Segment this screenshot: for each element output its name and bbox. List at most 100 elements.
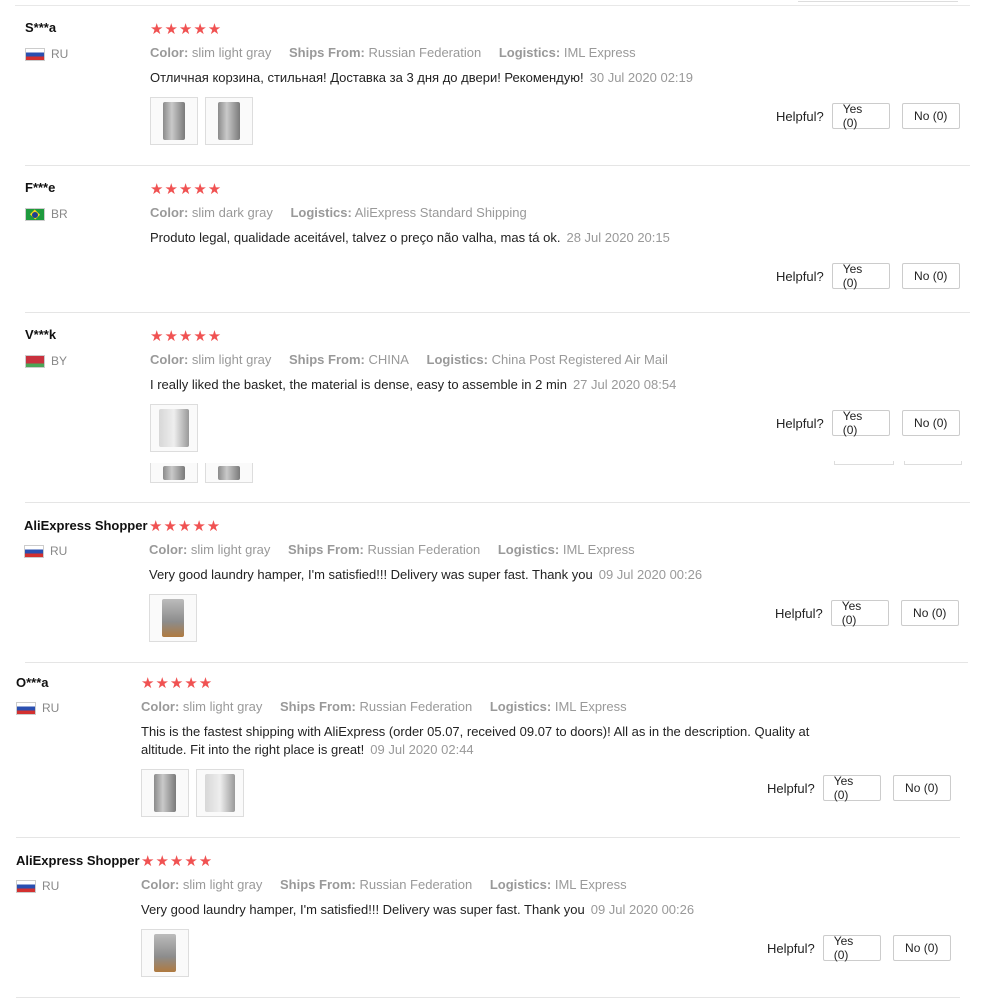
helpful-no-button[interactable]: No (0) (901, 263, 960, 289)
logistics-value: IML Express (554, 699, 627, 714)
logistics-label: Logistics: (426, 352, 488, 367)
star-rating: ★★★★★ (149, 518, 222, 535)
reviewer-country: RU (16, 879, 59, 893)
helpful-label: Helpful? (776, 415, 824, 431)
color-value: slim light gray (191, 352, 272, 367)
color-value: slim light gray (182, 699, 263, 714)
logistics-value: IML Express (563, 45, 636, 60)
color-label: Color: (149, 542, 188, 557)
review-photo-thumbnail[interactable] (196, 769, 244, 817)
helpful-no-button[interactable]: No (0) (901, 410, 960, 436)
logistics-value: IML Express (554, 877, 627, 892)
russia-flag-icon (16, 701, 36, 715)
color-label: Color: (150, 352, 189, 367)
logistics-label: Logistics: (489, 699, 552, 714)
review-date: 28 Jul 2020 20:15 (566, 230, 670, 245)
review-body: Very good laundry hamper, I'm satisfied!… (149, 567, 593, 582)
color-value: slim light gray (190, 542, 271, 557)
review-date: 09 Jul 2020 00:26 (598, 567, 703, 582)
reviewer-country: BY (25, 354, 67, 368)
logistics-label: Logistics: (497, 542, 560, 557)
ships-from-label: Ships From: (289, 45, 365, 60)
helpful-yes-button[interactable]: Yes (0) (830, 599, 889, 627)
review-date: 09 Jul 2020 00:26 (590, 902, 695, 917)
ships-from-label: Ships From: (280, 699, 356, 714)
color-label: Color: (141, 699, 180, 714)
reviewer-name: V***k (25, 327, 57, 342)
color-value: slim light gray (191, 45, 272, 60)
color-value: slim dark gray (191, 205, 273, 220)
helpful-label: Helpful? (767, 940, 815, 956)
review-text: Very good laundry hamper, I'm satisfied!… (141, 901, 841, 919)
ships-from-label: Ships From: (289, 352, 365, 367)
review-attributes: Color: slim light gray Ships From: CHINA… (150, 352, 682, 367)
review-attributes: Color: slim light gray Ships From: Russi… (141, 877, 641, 892)
helpful-yes-button[interactable]: Yes (0) (822, 934, 881, 962)
review-photo-thumbnail[interactable] (150, 97, 198, 145)
review-text: Very good laundry hamper, I'm satisfied!… (149, 566, 849, 584)
logistics-value: China Post Registered Air Mail (491, 352, 668, 367)
ships-from-value: Russian Federation (368, 45, 482, 60)
helpful-controls: Helpful? Yes (0) No (0) (776, 102, 960, 130)
review-photo-thumbnail[interactable] (149, 594, 197, 642)
helpful-yes-button[interactable]: Yes (0) (822, 774, 881, 802)
helpful-controls: Helpful? Yes (0) No (0) (767, 774, 951, 802)
country-code: RU (42, 879, 60, 893)
helpful-no-button[interactable]: No (0) (892, 775, 951, 801)
country-code: BR (51, 207, 68, 221)
helpful-label: Helpful? (767, 780, 815, 796)
review-photo-thumbnail[interactable] (150, 404, 198, 452)
review-body: Very good laundry hamper, I'm satisfied!… (141, 902, 585, 917)
helpful-no-button[interactable]: No (0) (892, 935, 951, 961)
reviewer-country: RU (25, 47, 68, 61)
logistics-label: Logistics: (489, 877, 552, 892)
review-divider (16, 997, 960, 998)
brazil-flag-icon (25, 207, 45, 221)
reviewer-country: BR (25, 207, 68, 221)
logistics-value: AliExpress Standard Shipping (354, 205, 527, 220)
star-rating: ★★★★★ (150, 181, 223, 198)
review-photo-thumbnail[interactable] (205, 463, 253, 483)
reviewer-country: RU (16, 701, 59, 715)
logistics-label: Logistics: (498, 45, 561, 60)
helpful-label: Helpful? (775, 605, 823, 621)
review-attributes: Color: slim light gray Ships From: Russi… (149, 542, 649, 557)
country-code: RU (50, 544, 68, 558)
star-rating: ★★★★★ (150, 21, 223, 38)
review-photo-thumbnail[interactable] (141, 769, 189, 817)
reviewer-country: RU (24, 544, 67, 558)
review-photo-thumbnail[interactable] (150, 463, 198, 483)
helpful-controls: Helpful? Yes (0) No (0) (767, 934, 951, 962)
helpful-yes-button[interactable]: Yes (0) (831, 262, 890, 290)
review-date: 09 Jul 2020 02:44 (370, 742, 474, 757)
ships-from-value: Russian Federation (359, 877, 473, 892)
helpful-yes-button[interactable]: Yes (0) (831, 102, 890, 130)
helpful-no-button[interactable]: No (0) (901, 103, 960, 129)
logistics-label: Logistics: (290, 205, 352, 220)
ghost-button-edge (904, 461, 962, 465)
russia-flag-icon (24, 544, 44, 558)
reviewer-name: AliExpress Shopper (24, 518, 148, 533)
helpful-yes-button[interactable]: Yes (0) (831, 409, 890, 437)
review-body: I really liked the basket, the material … (150, 377, 567, 392)
country-code: RU (42, 701, 60, 715)
star-rating: ★★★★★ (150, 328, 223, 345)
ships-from-value: Russian Federation (359, 699, 473, 714)
helpful-label: Helpful? (776, 108, 824, 124)
russia-flag-icon (25, 47, 45, 61)
review-item: S***a RU ★★★★★ Color: slim light gray Sh… (0, 0, 1000, 166)
ghost-button-edge (834, 461, 894, 465)
review-photo-thumbnail[interactable] (141, 929, 189, 977)
review-body: Produto legal, qualidade aceitável, talv… (150, 230, 561, 245)
reviewer-name: S***a (25, 20, 57, 35)
ships-from-value: Russian Federation (367, 542, 481, 557)
review-item: F***e BR ★★★★★ Color: slim dark gray Log… (0, 166, 1000, 313)
ships-from-value: CHINA (368, 352, 409, 367)
review-photo-thumbnail[interactable] (205, 97, 253, 145)
review-body: This is the fastest shipping with AliExp… (141, 724, 810, 757)
country-code: BY (51, 354, 68, 368)
color-label: Color: (141, 877, 180, 892)
reviewer-name: O***a (16, 675, 49, 690)
review-attributes: Color: slim dark gray Logistics: AliExpr… (150, 205, 541, 220)
helpful-no-button[interactable]: No (0) (900, 600, 959, 626)
